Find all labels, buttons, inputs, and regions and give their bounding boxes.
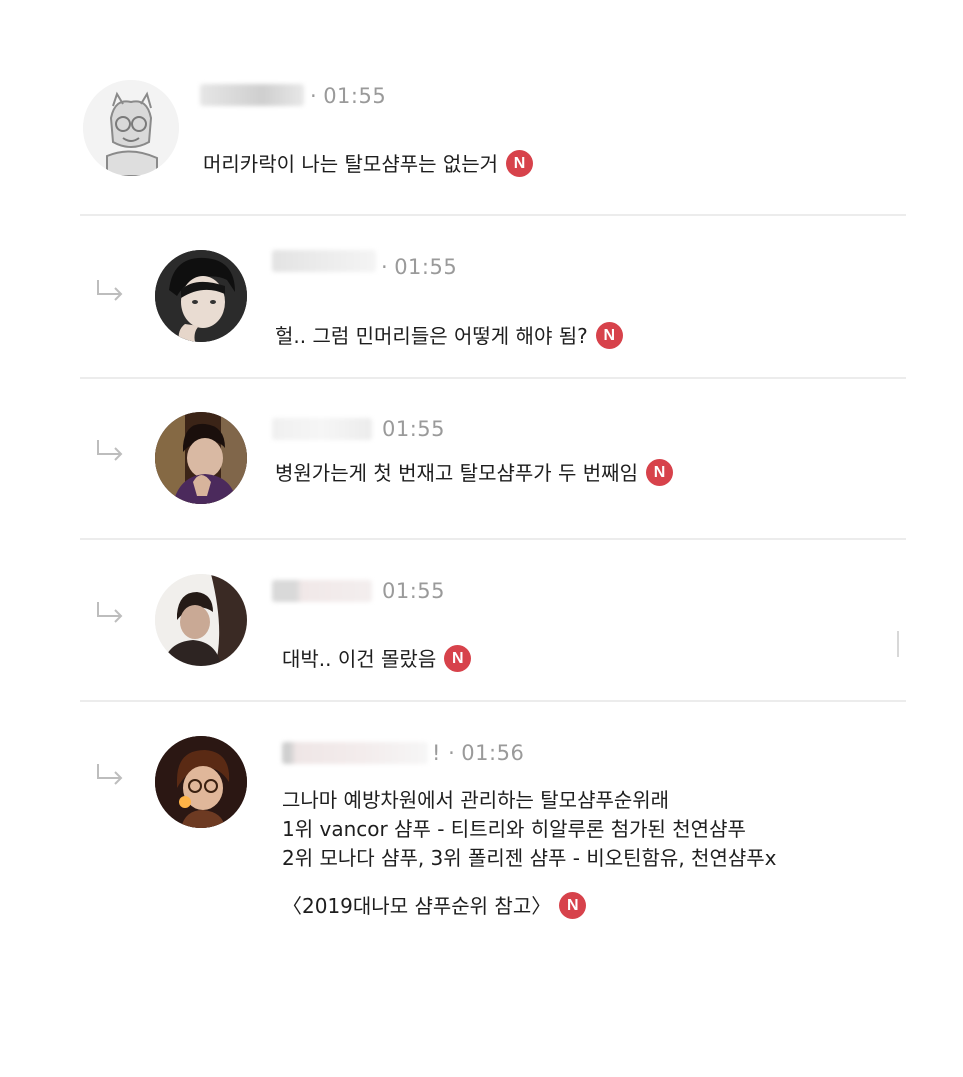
username-redacted xyxy=(272,250,376,272)
avatar[interactable] xyxy=(155,574,247,666)
divider xyxy=(80,377,906,379)
comment-line: 〈2019대나모 샴푸순위 참고〉 N xyxy=(282,892,776,921)
avatar[interactable] xyxy=(155,250,247,342)
divider xyxy=(80,538,906,540)
avatar[interactable] xyxy=(155,736,247,828)
comment-timestamp: ! · 01:56 xyxy=(432,741,525,765)
reply-arrow-icon xyxy=(97,280,123,301)
new-badge-icon: N xyxy=(595,322,623,349)
new-badge-icon: N xyxy=(559,892,587,919)
divider xyxy=(80,214,906,216)
comment-text: 병원가는게 첫 번재고 탈모샴푸가 두 번째임 N xyxy=(275,459,673,488)
reply-arrow-icon xyxy=(97,764,123,785)
comment-timestamp: 01:55 xyxy=(382,579,446,603)
comment-timestamp: 01:55 xyxy=(382,417,446,441)
comment-text: 대박.. 이건 몰랐음 N xyxy=(282,645,472,674)
username-redacted xyxy=(200,84,304,106)
reply-arrow-icon xyxy=(97,602,123,623)
reply-arrow-icon xyxy=(97,440,123,461)
new-badge-icon: N xyxy=(646,459,673,486)
divider xyxy=(80,700,906,702)
comment-text: 그나마 예방차원에서 관리하는 탈모샴푸순위래 1위 vancor 샴푸 - 티… xyxy=(282,786,776,921)
comment-line: 1위 vancor 샴푸 - 티트리와 히알루론 첨가된 천연샴푸 xyxy=(282,817,746,841)
comment-line: 그나마 예방차원에서 관리하는 탈모샴푸순위래 xyxy=(282,788,670,812)
comment-thread: · 01:55 머리카락이 나는 탈모샴푸는 없는거 N · 01:55 헐..… xyxy=(0,0,963,1077)
username-redacted xyxy=(282,742,428,764)
new-badge-icon: N xyxy=(506,150,534,177)
username-redacted xyxy=(272,580,372,602)
comment-timestamp: · 01:55 xyxy=(381,255,458,279)
comment-timestamp: · 01:55 xyxy=(310,84,387,108)
comment-text: 머리카락이 나는 탈모샴푸는 없는거 N xyxy=(203,150,534,179)
comment-line: 2위 모나다 샴푸, 3위 폴리젠 샴푸 - 비오틴함유, 천연샴푸x xyxy=(282,846,777,870)
username-redacted xyxy=(272,418,372,440)
avatar[interactable] xyxy=(155,412,247,504)
comment-text: 헐.. 그럼 민머리들은 어떻게 해야 됨? N xyxy=(275,322,623,351)
avatar[interactable] xyxy=(83,80,179,176)
new-badge-icon: N xyxy=(444,645,472,672)
scroll-indicator xyxy=(897,631,899,657)
